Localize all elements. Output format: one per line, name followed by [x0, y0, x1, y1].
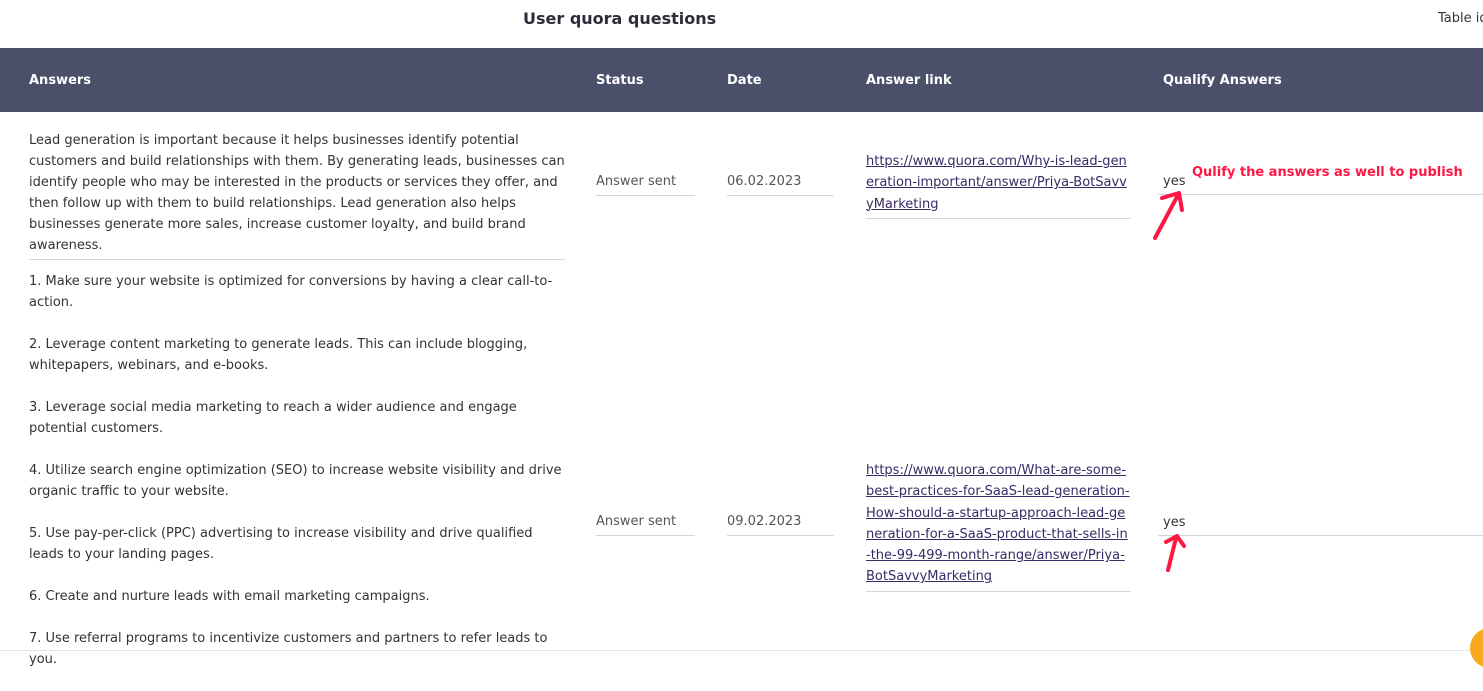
- arrow-up-right-icon: [1164, 534, 1186, 572]
- date-field[interactable]: 09.02.2023: [727, 514, 834, 536]
- top-bar: User quora questions Table id: [0, 0, 1483, 48]
- date-field[interactable]: 06.02.2023: [727, 174, 834, 196]
- arrow-up-right-icon: [1153, 191, 1184, 240]
- header-answer-link[interactable]: Answer link: [866, 73, 952, 88]
- qualify-field[interactable]: [1158, 194, 1483, 195]
- answer-field[interactable]: 1. Make sure your website is optimized f…: [29, 271, 569, 691]
- annotation-note: Qulify the answers as well to publish: [1192, 165, 1463, 180]
- header-date[interactable]: Date: [727, 73, 762, 88]
- list-item: 1. Make sure your website is optimized f…: [29, 274, 553, 310]
- status-field[interactable]: Answer sent: [596, 174, 695, 196]
- header-answers[interactable]: Answers: [29, 73, 91, 88]
- list-item: 5. Use pay-per-click (PPC) advertising t…: [29, 526, 533, 562]
- answer-link[interactable]: https://www.quora.com/Why-is-lead-genera…: [866, 151, 1131, 219]
- answer-field[interactable]: Lead generation is important because it …: [29, 130, 565, 260]
- bottom-divider: [0, 650, 1483, 651]
- answer-link[interactable]: https://www.quora.com/What-are-some-best…: [866, 460, 1131, 592]
- status-field[interactable]: Answer sent: [596, 514, 695, 536]
- list-item: 4. Utilize search engine optimization (S…: [29, 463, 562, 499]
- table-header: Answers Status Date Answer link Qualify …: [0, 48, 1483, 112]
- qualify-field[interactable]: [1158, 535, 1483, 536]
- page-title: User quora questions: [523, 9, 717, 28]
- list-item: 7. Use referral programs to incentivize …: [29, 631, 548, 667]
- chat-widget-icon[interactable]: [1470, 628, 1483, 668]
- qualify-value: yes: [1163, 515, 1186, 530]
- list-item: 6. Create and nurture leads with email m…: [29, 589, 430, 604]
- table-id-label: Table id: [1438, 11, 1483, 26]
- list-item: 2. Leverage content marketing to generat…: [29, 337, 528, 373]
- header-qualify-answers[interactable]: Qualify Answers: [1163, 73, 1282, 88]
- header-status[interactable]: Status: [596, 73, 644, 88]
- list-item: 3. Leverage social media marketing to re…: [29, 400, 517, 436]
